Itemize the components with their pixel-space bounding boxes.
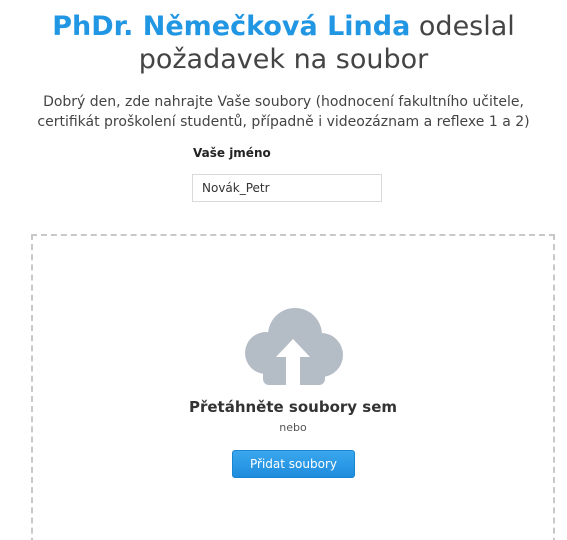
description-line-2: certifikát proškolení studentů, případně… xyxy=(37,114,530,130)
name-input[interactable] xyxy=(192,174,382,202)
title-line-1: PhDr. Němečková Linda odeslal xyxy=(0,10,567,43)
or-text: nebo xyxy=(279,421,307,434)
add-files-button[interactable]: Přidat soubory xyxy=(232,450,355,478)
title-line-2: požadavek na soubor xyxy=(138,44,429,75)
name-label: Vaše jméno xyxy=(193,146,271,160)
upload-description: Dobrý den, zde nahrajte Vaše soubory (ho… xyxy=(0,92,567,132)
upload-request-page: PhDr. Němečková Linda odeslal požadavek … xyxy=(0,0,567,540)
cloud-upload-icon xyxy=(245,308,343,385)
sender-name: PhDr. Němečková Linda xyxy=(52,11,411,42)
description-line-1: Dobrý den, zde nahrajte Vaše soubory (ho… xyxy=(43,94,524,110)
file-dropzone[interactable] xyxy=(31,234,555,540)
page-title: PhDr. Němečková Linda odeslal požadavek … xyxy=(0,10,567,76)
drop-files-text: Přetáhněte soubory sem xyxy=(188,398,398,416)
title-rest: odeslal xyxy=(410,11,515,42)
